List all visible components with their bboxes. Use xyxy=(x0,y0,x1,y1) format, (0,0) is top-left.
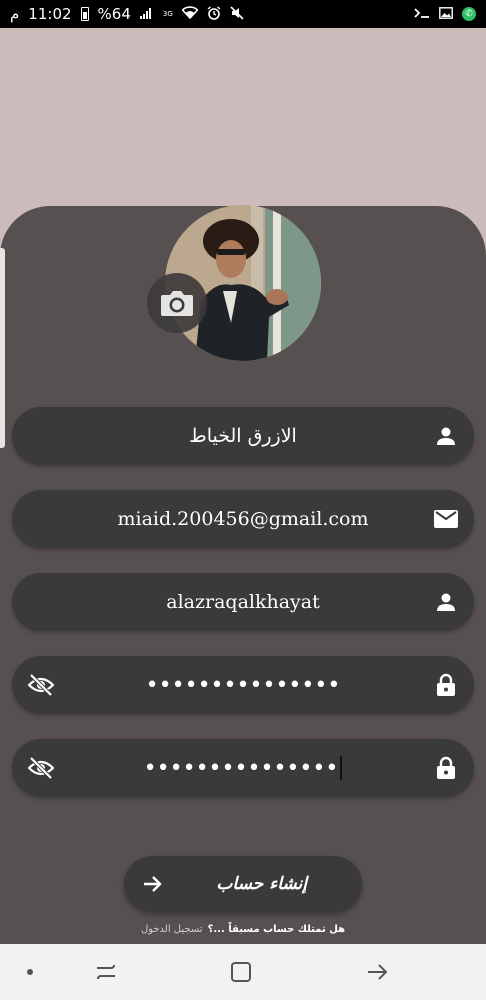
status-right: ✆ xyxy=(414,6,476,22)
signal-icon xyxy=(139,7,154,22)
battery-icon xyxy=(80,7,89,21)
person-icon xyxy=(434,590,458,614)
lock-icon xyxy=(434,673,458,697)
name-field[interactable]: الازرق الخياط xyxy=(12,407,474,465)
gallery-icon xyxy=(439,6,453,22)
whatsapp-icon: ✆ xyxy=(462,7,476,21)
lock-icon xyxy=(434,756,458,780)
nav-dot-icon[interactable] xyxy=(22,960,46,984)
create-account-label: إنشاء حساب xyxy=(216,874,307,894)
back-icon[interactable] xyxy=(365,960,389,984)
username-input[interactable]: alazraqalkhayat xyxy=(72,573,414,631)
mail-icon xyxy=(434,507,458,531)
mute-icon xyxy=(230,5,244,23)
confirm-password-wrapper[interactable]: ••••••••••••••• xyxy=(72,739,414,797)
ampm-label: م xyxy=(10,5,20,23)
edge-panel-handle[interactable] xyxy=(0,248,5,448)
text-caret xyxy=(340,756,343,780)
login-link[interactable]: تسجيل الدخول xyxy=(141,924,203,942)
battery-label: %64 xyxy=(97,5,131,23)
login-prompt: هل تمتلك حساب مسبقاً ...؟ تسجيل الدخول xyxy=(0,924,486,942)
camera-icon xyxy=(161,291,193,316)
name-input[interactable]: الازرق الخياط xyxy=(72,407,414,465)
arrow-right-icon xyxy=(140,872,164,896)
network-label: 3G xyxy=(162,10,173,18)
status-left: م 11:02 %64 3G xyxy=(10,5,244,23)
email-field[interactable]: miaid.200456@gmail.com xyxy=(12,490,474,548)
terminal-icon xyxy=(414,7,430,22)
recent-apps-icon[interactable] xyxy=(94,960,118,984)
eye-off-icon[interactable] xyxy=(28,672,54,698)
confirm-password-input[interactable]: ••••••••••••••• xyxy=(144,756,339,781)
person-icon xyxy=(434,424,458,448)
username-field[interactable]: alazraqalkhayat xyxy=(12,573,474,631)
status-bar: م 11:02 %64 3G ✆ xyxy=(0,0,486,28)
password-input[interactable]: ••••••••••••••• xyxy=(72,656,414,714)
confirm-password-field[interactable]: ••••••••••••••• xyxy=(12,739,474,797)
password-field[interactable]: ••••••••••••••• xyxy=(12,656,474,714)
time-label: 11:02 xyxy=(28,5,72,23)
eye-off-icon[interactable] xyxy=(28,755,54,781)
alarm-icon xyxy=(207,5,221,23)
navigation-bar xyxy=(0,944,486,1000)
create-account-button[interactable]: إنشاء حساب xyxy=(124,856,362,912)
email-input[interactable]: miaid.200456@gmail.com xyxy=(72,490,414,548)
change-photo-button[interactable] xyxy=(147,273,207,333)
home-icon[interactable] xyxy=(229,960,253,984)
login-question: هل تمتلك حساب مسبقاً ...؟ xyxy=(207,924,346,935)
wifi-icon xyxy=(181,6,199,22)
